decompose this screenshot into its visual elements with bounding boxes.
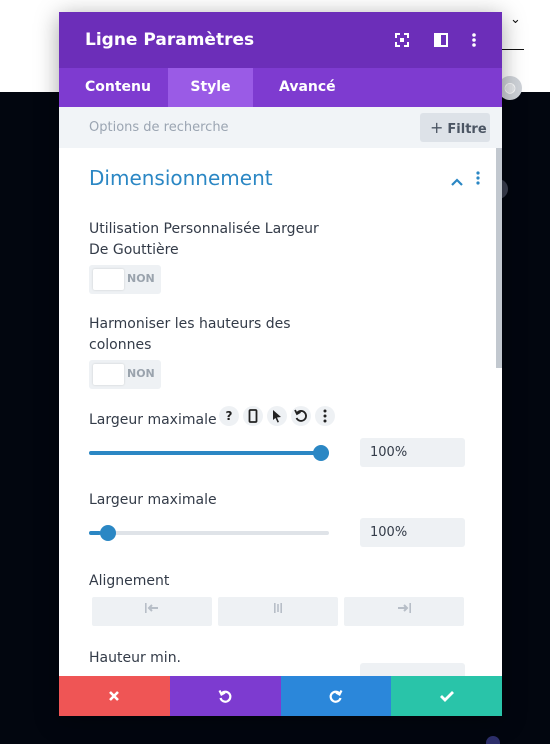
search-bar: Options de recherche + Filtre bbox=[59, 107, 502, 148]
toggle-state: NON bbox=[127, 367, 155, 380]
max-width-label: Largeur maximale bbox=[89, 492, 217, 508]
toggle-state: NON bbox=[127, 272, 155, 285]
cursor-icon[interactable] bbox=[267, 406, 287, 426]
plus-icon: + bbox=[430, 118, 444, 137]
undo-icon bbox=[218, 690, 232, 703]
slider-thumb[interactable] bbox=[100, 525, 117, 541]
tab-avance[interactable]: Avancé bbox=[253, 68, 363, 107]
min-height-label: Hauteur min. bbox=[89, 650, 182, 666]
custom-gutter-toggle[interactable]: NON bbox=[89, 265, 161, 294]
equal-heights-toggle[interactable]: NON bbox=[89, 360, 161, 389]
toggle-knob bbox=[93, 269, 124, 290]
reset-icon[interactable] bbox=[291, 406, 311, 426]
align-left-icon[interactable] bbox=[92, 597, 212, 626]
section-more-icon[interactable] bbox=[474, 170, 482, 190]
max-width-value-input[interactable]: 100% bbox=[360, 518, 465, 547]
more-icon[interactable] bbox=[315, 406, 335, 426]
split-view-icon[interactable] bbox=[431, 30, 451, 50]
header-underline bbox=[500, 49, 524, 50]
toggle-knob bbox=[93, 364, 124, 385]
min-height-value-input[interactable] bbox=[360, 663, 465, 676]
redo-button[interactable] bbox=[280, 676, 392, 716]
cancel-button[interactable] bbox=[59, 676, 170, 716]
menu-chevron-icon[interactable]: ⌄ bbox=[510, 12, 521, 27]
alignment-options bbox=[92, 597, 464, 626]
tab-bar: Contenu Style Avancé bbox=[59, 68, 502, 107]
section-title[interactable]: Dimensionnement bbox=[89, 166, 273, 190]
modal-header[interactable]: Ligne Paramètres bbox=[59, 12, 502, 68]
align-center-icon[interactable] bbox=[218, 597, 338, 626]
panel-scrollbar[interactable] bbox=[496, 148, 502, 368]
filter-button[interactable]: + Filtre bbox=[420, 113, 490, 142]
redo-icon bbox=[329, 690, 343, 703]
close-icon bbox=[109, 691, 120, 701]
more-options-icon[interactable] bbox=[464, 30, 484, 50]
save-button[interactable] bbox=[391, 676, 502, 716]
alignment-label: Alignement bbox=[89, 573, 170, 589]
slider-thumb[interactable] bbox=[313, 445, 329, 461]
mobile-icon[interactable] bbox=[243, 406, 263, 426]
search-input[interactable]: Options de recherche bbox=[89, 120, 229, 135]
width-option-icons: ? bbox=[219, 406, 335, 426]
check-icon bbox=[439, 691, 454, 702]
align-right-icon[interactable] bbox=[344, 597, 464, 626]
help-icon[interactable]: ? bbox=[219, 406, 239, 426]
slider-fill bbox=[89, 531, 101, 535]
modal-title: Ligne Paramètres bbox=[85, 30, 255, 50]
settings-body: Dimensionnement Utilisation Personnalisé… bbox=[59, 148, 502, 676]
chevron-up-icon[interactable] bbox=[450, 172, 464, 191]
page-floating-button[interactable] bbox=[486, 736, 500, 744]
undo-button[interactable] bbox=[169, 676, 281, 716]
width-slider[interactable] bbox=[89, 445, 329, 461]
slider-fill bbox=[89, 451, 329, 455]
width-value-input[interactable]: 100% bbox=[360, 438, 465, 467]
expand-icon[interactable] bbox=[392, 30, 412, 50]
tab-style[interactable]: Style bbox=[168, 68, 253, 107]
filter-label: Filtre bbox=[447, 122, 487, 137]
max-width-slider[interactable] bbox=[89, 525, 329, 541]
row-settings-modal: Ligne Paramètres Contenu Style Avancé Op… bbox=[59, 12, 502, 716]
custom-gutter-label: Utilisation Personnalisée Largeur De Gou… bbox=[89, 221, 319, 258]
tab-contenu[interactable]: Contenu bbox=[59, 68, 168, 107]
modal-footer bbox=[59, 676, 502, 716]
width-label: Largeur maximale bbox=[89, 412, 217, 428]
equal-heights-label: Harmoniser les hauteurs des colonnes bbox=[89, 316, 291, 353]
